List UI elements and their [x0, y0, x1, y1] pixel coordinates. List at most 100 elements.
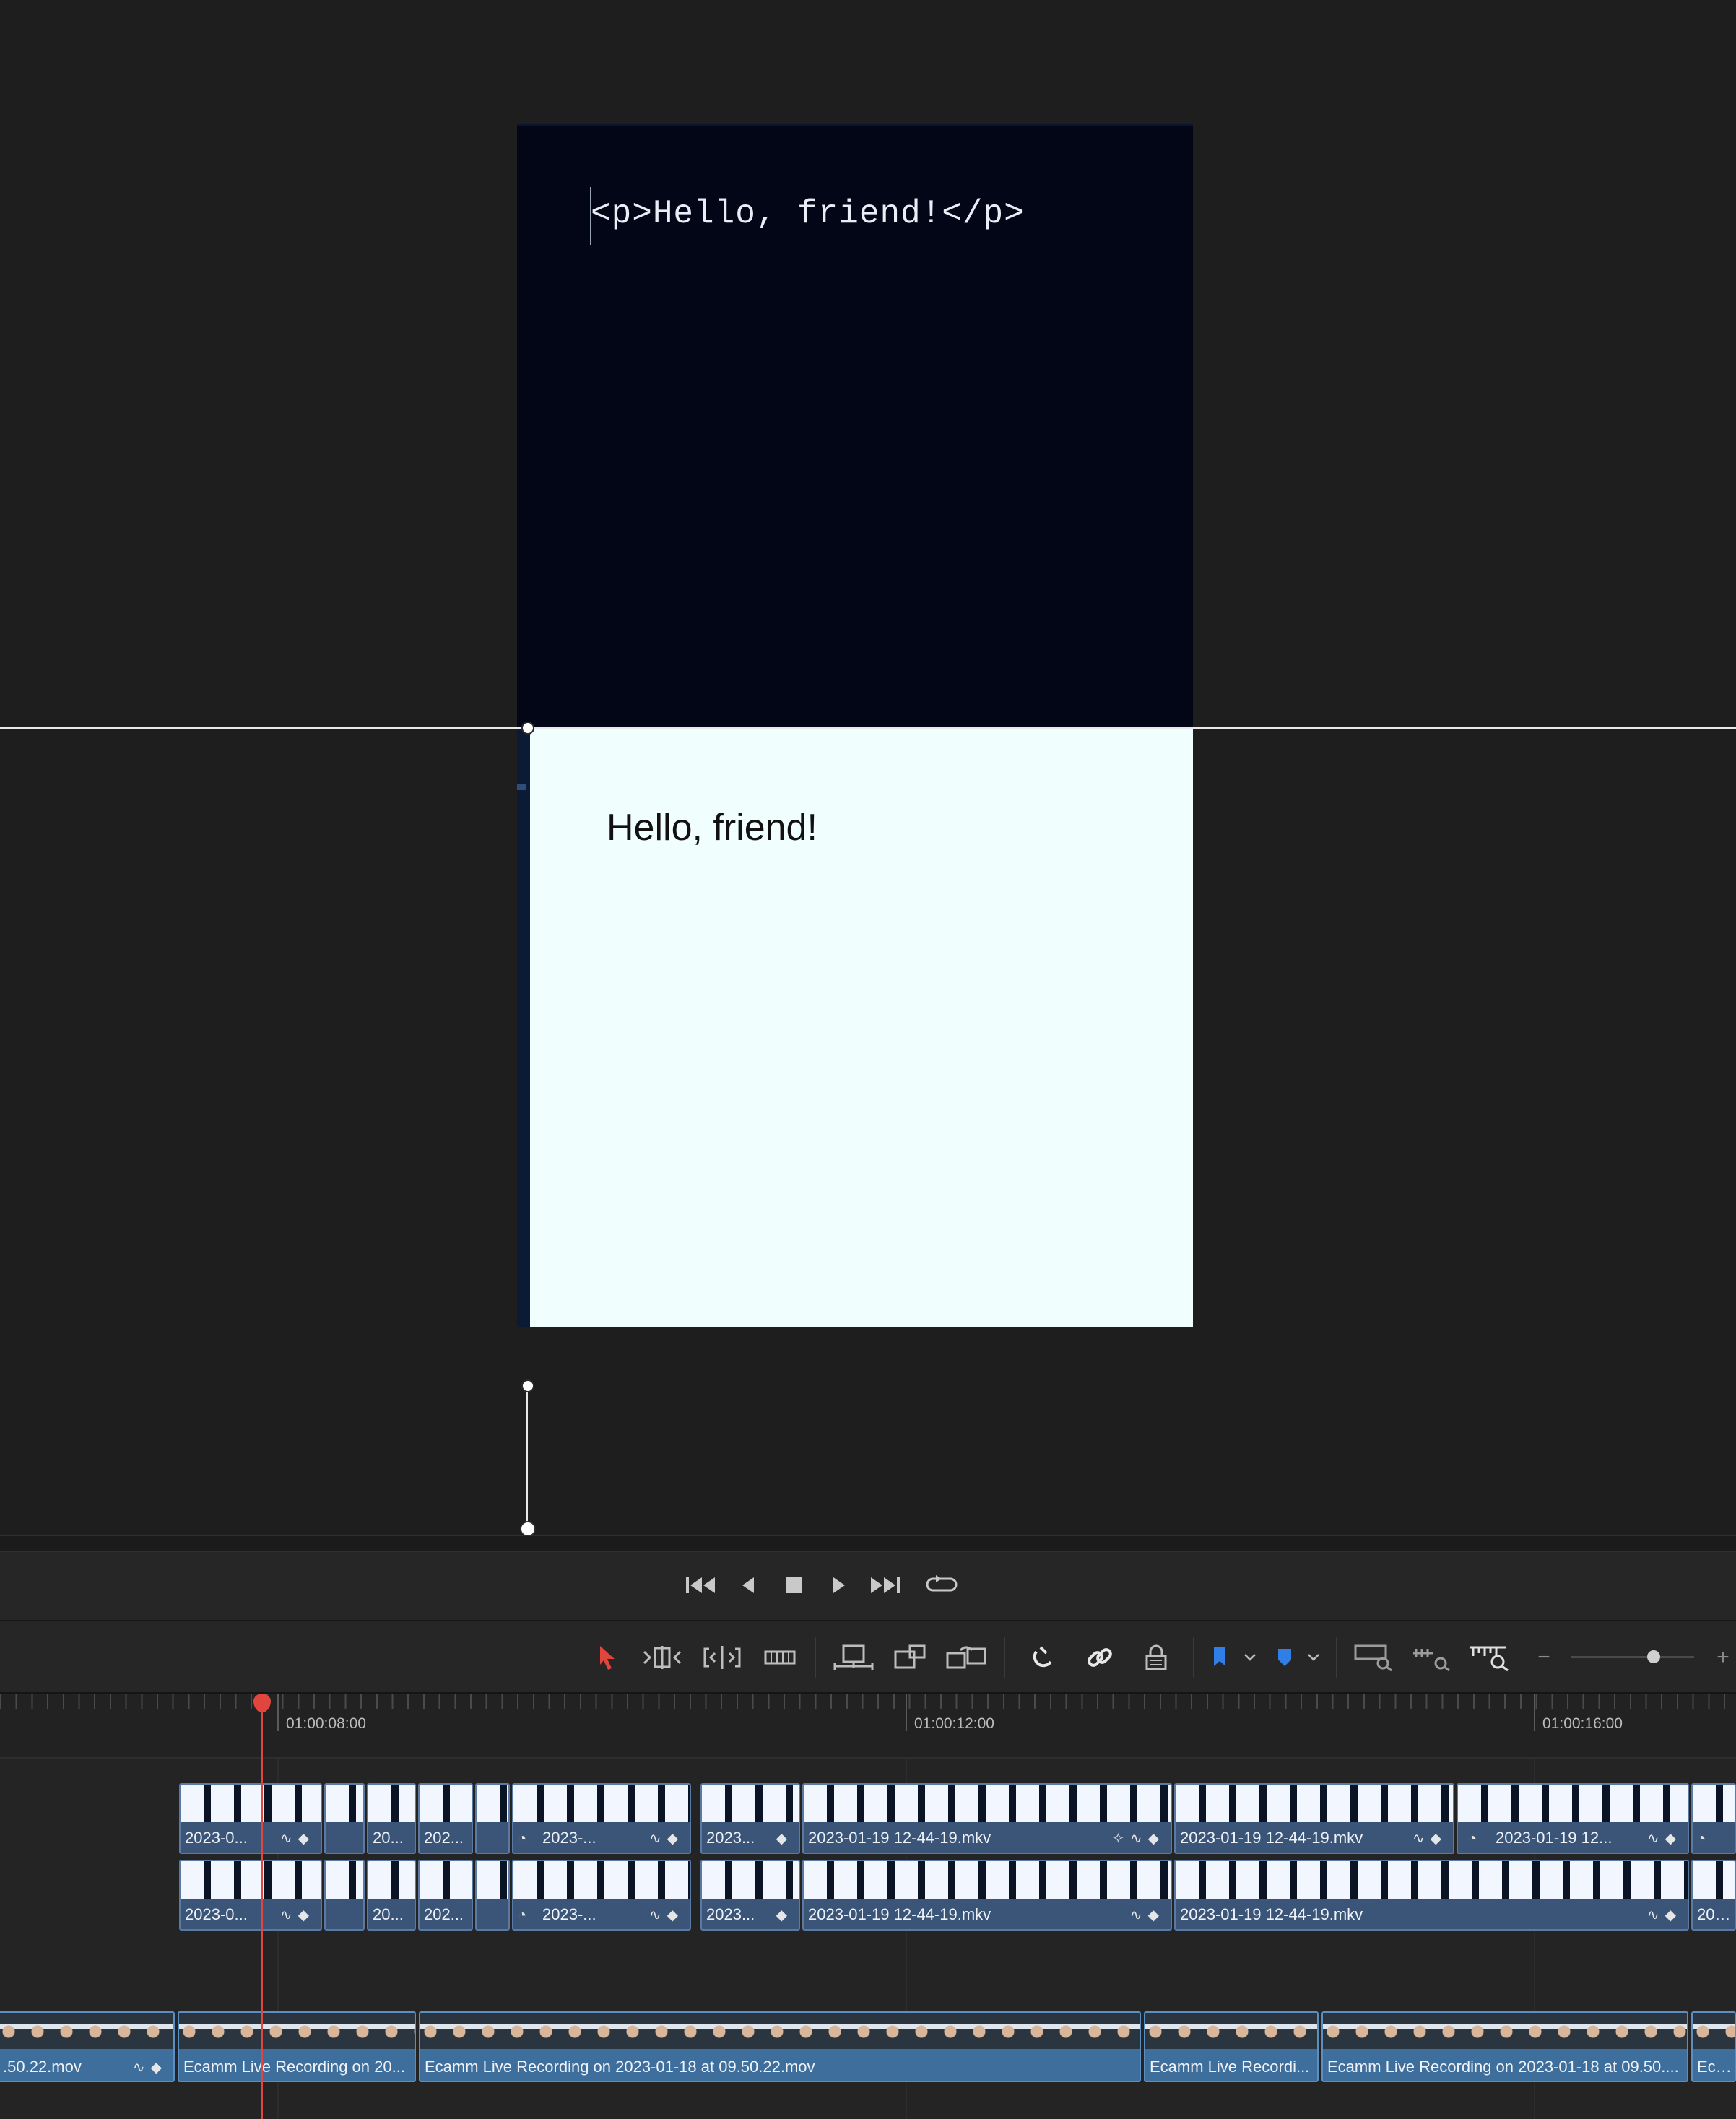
speed-change-icon: ◔ [518, 1907, 533, 1923]
ruler-major-tick [1534, 1694, 1535, 1731]
clip-label: 20... [373, 1829, 404, 1847]
ruler-timecode: 01:00:12:00 [914, 1715, 994, 1732]
clip-label: 2023-... [542, 1905, 596, 1923]
video-clip[interactable]: 2023- [1691, 1860, 1736, 1930]
audio-keyframe-icons: ∿◆ [1412, 1831, 1447, 1847]
audio-clip[interactable]: Ecamm Live Recording on 2023-01-18 at 09… [1321, 2011, 1688, 2082]
viewer-divider[interactable] [0, 1535, 1736, 1552]
play-icon[interactable] [820, 1566, 858, 1604]
skip-to-end-icon[interactable] [867, 1566, 904, 1604]
clip-label: 2023-01-19 12... [1496, 1829, 1613, 1847]
timeline-toolbar: − + [0, 1621, 1736, 1694]
flag-icon[interactable] [1207, 1640, 1232, 1675]
keyframe-icon: ◆ [776, 1831, 793, 1847]
clip-label: Ecam [1697, 2058, 1735, 2076]
selection-tool-icon[interactable] [591, 1640, 622, 1675]
overwrite-clip-icon[interactable] [891, 1640, 930, 1675]
transform-guide-vertical[interactable] [526, 1387, 528, 1528]
video-clip[interactable] [475, 1783, 510, 1854]
zoom-slider-track[interactable] [1571, 1656, 1694, 1658]
audio-clip[interactable]: Ecamm Live Recording on 2023-01-18 at 09… [419, 2011, 1141, 2082]
position-lock-icon[interactable] [1140, 1640, 1173, 1675]
transform-handle-top[interactable] [521, 722, 534, 734]
clip-label: 2023-01-19 12-44-19.mkv [1180, 1829, 1363, 1847]
clip-label: 2023... [706, 1905, 755, 1923]
transform-guide-horizontal[interactable] [0, 727, 1736, 729]
trim-tool-icon[interactable] [640, 1640, 685, 1675]
ruler-major-tick [277, 1694, 279, 1731]
audio-keyframe-icons: ∿◆ [1646, 1907, 1682, 1923]
replace-clip-icon[interactable] [943, 1640, 989, 1675]
skip-to-start-icon[interactable] [682, 1566, 719, 1604]
audio-keyframe-icons: ∿◆ [1129, 1907, 1165, 1923]
video-clip[interactable]: 20... [367, 1783, 416, 1854]
video-clip[interactable]: ◔ [1691, 1783, 1736, 1854]
zoom-detail-icon[interactable] [1410, 1640, 1453, 1675]
clip-label: Ecamm Live Recording on 2023-01-18 at 09… [1327, 2058, 1679, 2076]
video-clip[interactable] [324, 1860, 365, 1930]
clip-label: 2023-0... [185, 1829, 248, 1847]
clip-label: 202... [424, 1905, 464, 1923]
snapping-icon[interactable] [1025, 1640, 1062, 1675]
audio-keyframe-icons: ∿◆ [648, 1907, 684, 1923]
blade-tool-icon[interactable] [761, 1640, 799, 1675]
anchor-point-handle[interactable] [520, 1521, 536, 1535]
ruler-timecode: 01:00:16:00 [1542, 1715, 1623, 1732]
transport-controls [0, 1552, 1736, 1621]
video-clip[interactable]: 20... [367, 1860, 416, 1930]
clip-label: 2023-01-19 12-44-19.mkv [1180, 1905, 1363, 1923]
insert-clip-icon[interactable] [830, 1640, 877, 1675]
code-editor-frame: <p>Hello, friend!</p> [517, 124, 1193, 728]
video-clip[interactable]: 202... [418, 1783, 473, 1854]
video-clip[interactable]: 2023-0... ∿◆ [179, 1783, 322, 1854]
video-clip[interactable]: 2023-... ◔ ∿◆ [512, 1783, 691, 1854]
clip-label: Ecamm Live Recording on 20... [183, 2058, 405, 2076]
audio-clip[interactable]: Ecamm Live Recordi... [1144, 2011, 1319, 2082]
linked-selection-icon[interactable] [1082, 1640, 1118, 1675]
clip-label: 2023-01-19 12-44-19.mkv [808, 1905, 991, 1923]
keyframe-icon: ◆ [776, 1907, 793, 1923]
video-clip[interactable]: 2023-01-19 12... ◔ ∿◆ [1457, 1783, 1689, 1854]
video-clip[interactable]: 202... [418, 1860, 473, 1930]
clip-label: 2023- [1697, 1905, 1735, 1923]
playhead[interactable] [261, 1694, 263, 2119]
video-clip[interactable] [475, 1860, 510, 1930]
dynamic-trim-icon[interactable] [700, 1640, 744, 1675]
audio-keyframe-icons: ∿◆ [279, 1831, 315, 1847]
audio-clip[interactable]: .50.22.mov ∿◆ [0, 2011, 175, 2082]
audio-keyframe-icons: ∿◆ [279, 1907, 315, 1923]
previous-frame-icon[interactable] [729, 1566, 767, 1604]
loop-icon[interactable] [923, 1566, 960, 1604]
speed-change-icon: ◔ [518, 1831, 533, 1847]
video-clip[interactable]: 2023-01-19 12-44-19.mkv ∿◆ [1174, 1783, 1454, 1854]
toolbar-separator [1193, 1637, 1194, 1678]
video-clip[interactable]: 2023-... ◔ ∿◆ [512, 1860, 691, 1930]
video-clip[interactable]: 2023... ◆ [700, 1860, 800, 1930]
video-clip[interactable]: 2023... ◆ [700, 1783, 800, 1854]
fx-audio-keyframe-icons: ✧∿◆ [1112, 1831, 1165, 1847]
audio-keyframe-icons: ∿◆ [1646, 1831, 1682, 1847]
zoom-custom-icon[interactable] [1466, 1640, 1512, 1675]
clip-label: 202... [424, 1829, 464, 1847]
audio-keyframe-icons: ∿◆ [132, 2060, 168, 2076]
marker-dropdown-chevron-icon[interactable] [1304, 1640, 1323, 1675]
marker-icon[interactable] [1272, 1640, 1297, 1675]
video-clip[interactable]: 2023-01-19 12-44-19.mkv ∿◆ [802, 1860, 1172, 1930]
zoom-out-icon[interactable]: − [1534, 1640, 1554, 1675]
video-clip[interactable]: 2023-0... ∿◆ [179, 1860, 322, 1930]
audio-clip[interactable]: Ecamm Live Recording on 20... [178, 2011, 416, 2082]
zoom-full-icon[interactable] [1352, 1640, 1395, 1675]
clip-label: 2023... [706, 1829, 755, 1847]
rendered-paragraph: Hello, friend! [607, 807, 817, 849]
stop-icon[interactable] [775, 1566, 812, 1604]
transform-handle-lower[interactable] [521, 1379, 534, 1392]
zoom-in-icon[interactable]: + [1713, 1640, 1733, 1675]
zoom-slider-handle[interactable] [1646, 1650, 1660, 1663]
video-clip[interactable]: 2023-01-19 12-44-19.mkv ✧∿◆ [802, 1783, 1172, 1854]
video-clip[interactable] [324, 1783, 365, 1854]
clip-label: 2023-01-19 12-44-19.mkv [808, 1829, 991, 1847]
video-clip[interactable]: 2023-01-19 12-44-19.mkv ∿◆ [1174, 1860, 1689, 1930]
flag-dropdown-chevron-icon[interactable] [1241, 1640, 1259, 1675]
audio-clip[interactable]: Ecam [1691, 2011, 1736, 2082]
clip-label: Ecamm Live Recordi... [1150, 2058, 1310, 2076]
